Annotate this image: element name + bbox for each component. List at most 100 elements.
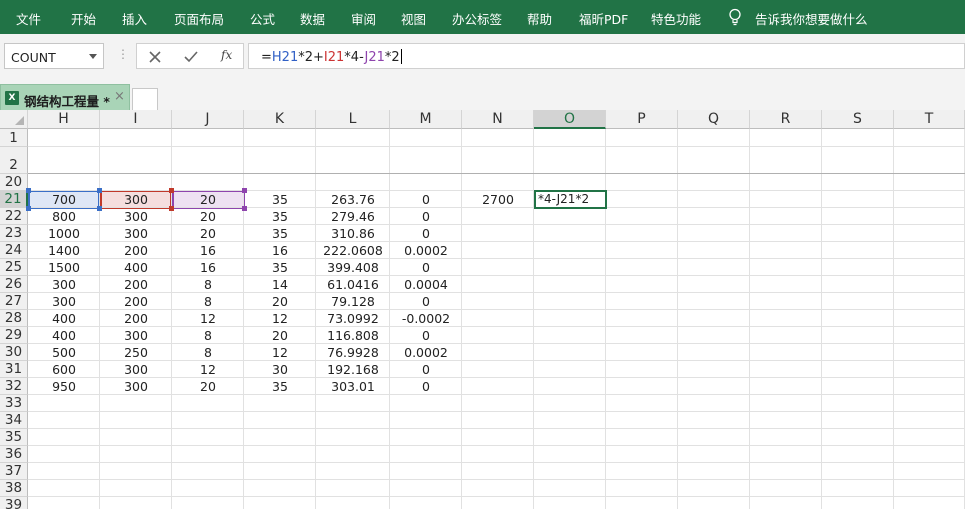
cell-value[interactable]: 16 <box>172 242 244 259</box>
column-header[interactable]: K <box>244 110 316 129</box>
select-all-button[interactable] <box>0 110 28 129</box>
cell-value[interactable]: 300 <box>100 225 172 242</box>
cell-value[interactable]: 400 <box>100 259 172 276</box>
cell-value[interactable]: 0 <box>390 208 462 225</box>
cell-value[interactable]: 300 <box>100 327 172 344</box>
cell-value[interactable]: 30 <box>244 361 316 378</box>
name-box[interactable]: COUNT <box>4 43 104 69</box>
ribbon-tab[interactable]: 特色功能 <box>651 9 701 28</box>
cell-value[interactable]: 303.01 <box>316 378 390 395</box>
cell-value[interactable]: 0 <box>390 293 462 310</box>
cell-value[interactable]: 0.0004 <box>390 276 462 293</box>
column-header[interactable]: S <box>822 110 894 129</box>
cell-value[interactable]: 279.46 <box>316 208 390 225</box>
cell-value[interactable]: 300 <box>28 276 100 293</box>
ref-handle[interactable] <box>26 206 31 211</box>
cell-value[interactable]: 222.0608 <box>316 242 390 259</box>
row-header[interactable]: 31 <box>0 361 28 378</box>
cell-value[interactable]: 35 <box>244 378 316 395</box>
cell-value[interactable]: 1000 <box>28 225 100 242</box>
ribbon-tab[interactable]: 数据 <box>300 9 325 28</box>
cell-value[interactable]: 79.128 <box>316 293 390 310</box>
row-header[interactable]: 30 <box>0 344 28 361</box>
row-header[interactable]: 23 <box>0 225 28 242</box>
ribbon-tab[interactable]: 插入 <box>122 9 147 28</box>
cell-value[interactable]: 35 <box>244 225 316 242</box>
ref-handle[interactable] <box>242 206 247 211</box>
cancel-icon[interactable] <box>143 47 167 67</box>
cell-value[interactable]: 20 <box>244 327 316 344</box>
column-header[interactable]: H <box>28 110 100 129</box>
row-header[interactable]: 26 <box>0 276 28 293</box>
cell-value[interactable]: 0 <box>390 191 462 208</box>
cell-value[interactable]: 400 <box>28 310 100 327</box>
row-header[interactable]: 27 <box>0 293 28 310</box>
spreadsheet-grid[interactable]: H I J K L M N O P Q R S T 1 2 20 21 22 23 24 25 26 27 28 29 30 31 3… <box>0 110 965 509</box>
row-header[interactable]: 39 <box>0 497 28 509</box>
cell-value[interactable]: 73.0992 <box>316 310 390 327</box>
row-header[interactable]: 25 <box>0 259 28 276</box>
cell-value[interactable]: 0 <box>390 225 462 242</box>
column-header[interactable]: R <box>750 110 822 129</box>
cell-value[interactable]: 300 <box>100 208 172 225</box>
ribbon-tab[interactable]: 帮助 <box>527 9 552 28</box>
cell-value[interactable]: 600 <box>28 361 100 378</box>
cell-value[interactable]: 300 <box>28 293 100 310</box>
cell-value[interactable]: 35 <box>244 208 316 225</box>
column-header[interactable]: N <box>462 110 534 129</box>
cell-value[interactable]: 12 <box>172 361 244 378</box>
cell-value[interactable]: 20 <box>172 191 244 208</box>
ribbon-tab[interactable]: 开始 <box>71 9 96 28</box>
ref-handle[interactable] <box>97 206 102 211</box>
row-header[interactable]: 34 <box>0 412 28 429</box>
cell-value[interactable]: 12 <box>172 310 244 327</box>
cell-value[interactable]: 8 <box>172 327 244 344</box>
chevron-down-icon[interactable] <box>89 54 97 59</box>
column-header[interactable]: O <box>534 110 606 129</box>
cell-value[interactable]: 1500 <box>28 259 100 276</box>
row-header[interactable]: 1 <box>0 129 28 147</box>
row-header[interactable]: 36 <box>0 446 28 463</box>
ref-handle[interactable] <box>169 206 174 211</box>
ribbon-tab[interactable]: 视图 <box>401 9 426 28</box>
row-header[interactable]: 21 <box>0 191 28 208</box>
ref-handle[interactable] <box>242 188 247 193</box>
cell-value[interactable]: 12 <box>244 344 316 361</box>
column-header[interactable]: M <box>390 110 462 129</box>
column-header[interactable]: P <box>606 110 678 129</box>
ref-handle[interactable] <box>26 188 31 193</box>
cell-value[interactable]: 0.0002 <box>390 344 462 361</box>
row-header[interactable]: 33 <box>0 395 28 412</box>
workbook-tab[interactable]: X 钢结构工程量 * × <box>0 84 130 110</box>
cell-value[interactable]: 200 <box>100 276 172 293</box>
cell-value[interactable]: 8 <box>172 344 244 361</box>
cell-value[interactable]: 950 <box>28 378 100 395</box>
cell-value[interactable]: 0 <box>390 361 462 378</box>
cell-value[interactable]: 35 <box>244 191 316 208</box>
tell-me-search[interactable]: 告诉我你想要做什么 <box>755 9 868 28</box>
cell-value[interactable]: 35 <box>244 259 316 276</box>
cell-value[interactable]: 20 <box>172 208 244 225</box>
cell-value[interactable]: 8 <box>172 276 244 293</box>
cell-value[interactable]: 192.168 <box>316 361 390 378</box>
cell-value[interactable]: 500 <box>28 344 100 361</box>
cell-value[interactable]: 250 <box>100 344 172 361</box>
formula-input[interactable]: =H21*2+I21*4-J21*2 <box>248 43 965 69</box>
row-header[interactable]: 32 <box>0 378 28 395</box>
ref-handle[interactable] <box>97 188 102 193</box>
row-header[interactable]: 37 <box>0 463 28 480</box>
cell-value[interactable]: 800 <box>28 208 100 225</box>
cell-value[interactable]: 399.408 <box>316 259 390 276</box>
cell-value[interactable]: 200 <box>100 310 172 327</box>
cell-value[interactable]: -0.0002 <box>390 310 462 327</box>
cell-value[interactable]: 300 <box>100 378 172 395</box>
ribbon-tab[interactable]: 公式 <box>250 9 275 28</box>
cell-value[interactable]: 20 <box>172 225 244 242</box>
cell-value[interactable]: 0.0002 <box>390 242 462 259</box>
column-header[interactable]: L <box>316 110 390 129</box>
insert-function-icon[interactable]: fx <box>221 48 232 62</box>
vertical-dots-icon[interactable]: ⋮ <box>117 47 129 61</box>
cell-value[interactable]: 12 <box>244 310 316 327</box>
row-header[interactable]: 28 <box>0 310 28 327</box>
cell-value[interactable]: 14 <box>244 276 316 293</box>
